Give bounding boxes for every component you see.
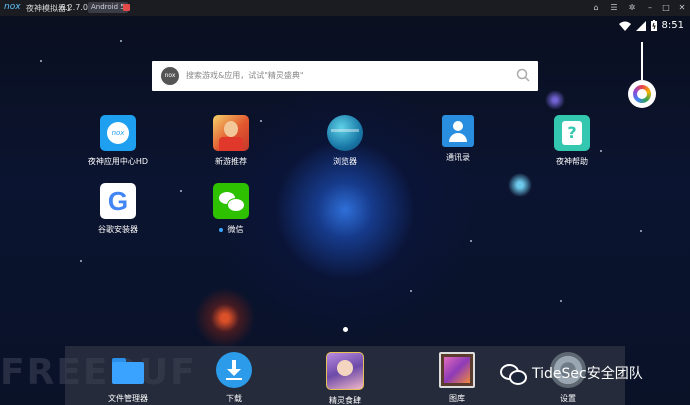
new-games-icon: [213, 115, 249, 151]
app-google-installer[interactable]: G 谷歌安装器: [78, 183, 158, 235]
dock-label: 图库: [449, 394, 465, 403]
dock-label: 设置: [560, 394, 576, 403]
app-label: 微信: [191, 224, 271, 235]
app-label: 谷歌安装器: [98, 225, 138, 234]
help-icon: ?: [554, 115, 590, 151]
emulator-title-bar: nox 夜神模拟器1 6.2.7.0 Android 5 ⌂ ☰ ✲ – □ ✕: [0, 0, 690, 16]
float-connector: [641, 42, 643, 80]
wifi-icon: [618, 21, 631, 31]
google-installer-icon: G: [100, 183, 136, 219]
app-label: 夜神帮助: [556, 157, 588, 166]
search-placeholder: 搜索游戏&应用，试试"精灵盛典": [186, 71, 304, 80]
dock-download[interactable]: 下载: [194, 352, 274, 404]
dock-label: 文件管理器: [108, 394, 148, 403]
search-nox-logo: nox: [161, 67, 179, 85]
nox-logo: nox: [4, 2, 21, 12]
brand-watermark: TideSec安全团队: [500, 362, 643, 385]
android-status-bar: 8:51: [618, 20, 684, 31]
star: [410, 290, 412, 292]
star: [640, 230, 642, 232]
dock-file-manager[interactable]: 文件管理器: [88, 352, 168, 404]
star: [560, 300, 562, 302]
star: [80, 260, 82, 262]
skin-icon[interactable]: ⌂: [590, 2, 602, 14]
app-browser[interactable]: 浏览器: [305, 115, 385, 167]
app-label: 通讯录: [446, 153, 470, 162]
download-icon: [216, 352, 252, 388]
dock-label: 精灵食肆: [329, 396, 361, 405]
status-time: 8:51: [661, 20, 684, 31]
app-nox-help[interactable]: ? 夜神帮助: [532, 115, 612, 167]
wechat-icon: [213, 183, 249, 219]
star: [180, 190, 182, 192]
gallery-icon: [439, 352, 475, 388]
settings-gear-icon[interactable]: ✲: [626, 2, 638, 14]
dock-label: 下载: [226, 394, 242, 403]
close-icon[interactable]: ✕: [676, 2, 688, 14]
app-label: 夜神应用中心HD: [87, 157, 149, 166]
app-wechat[interactable]: 微信: [191, 183, 271, 235]
star: [40, 60, 42, 62]
menu-icon[interactable]: ☰: [608, 2, 620, 14]
dock-game[interactable]: 精灵食肆: [305, 352, 385, 405]
app-contacts[interactable]: 通讯录: [418, 115, 498, 163]
assistant-icon: [633, 85, 651, 103]
game-icon: [326, 352, 364, 390]
new-badge-dot: [218, 227, 223, 232]
record-icon[interactable]: [123, 4, 130, 11]
search-bar[interactable]: nox 搜索游戏&应用，试试"精灵盛典": [152, 61, 538, 91]
contacts-icon: [442, 115, 474, 147]
page-indicator: [343, 327, 348, 332]
emulator-screen: nox 夜神模拟器1 6.2.7.0 Android 5 ⌂ ☰ ✲ – □ ✕…: [0, 0, 690, 405]
dock-gallery[interactable]: 图库: [417, 352, 497, 404]
search-icon[interactable]: [516, 68, 530, 82]
star: [120, 40, 122, 42]
android-version-badge: Android 5: [88, 2, 128, 13]
minimize-icon[interactable]: –: [644, 2, 656, 14]
signal-icon: [635, 20, 646, 31]
star: [470, 240, 472, 242]
battery-icon: [650, 20, 657, 31]
folder-icon: [110, 352, 146, 388]
maximize-icon[interactable]: □: [660, 2, 672, 14]
floating-assistant-button[interactable]: [628, 80, 656, 108]
app-label-text: 微信: [227, 225, 244, 234]
window-version: 6.2.7.0: [60, 3, 88, 12]
nox-appcenter-icon: nox: [100, 115, 136, 151]
app-nox-appcenter[interactable]: nox 夜神应用中心HD: [78, 115, 158, 167]
wechat-official-icon: [500, 362, 527, 385]
app-label: 浏览器: [333, 157, 357, 166]
app-new-games[interactable]: 新游推荐: [191, 115, 271, 167]
browser-icon: [327, 115, 363, 151]
app-label: 新游推荐: [215, 157, 247, 166]
brand-text: TideSec安全团队: [532, 366, 643, 382]
